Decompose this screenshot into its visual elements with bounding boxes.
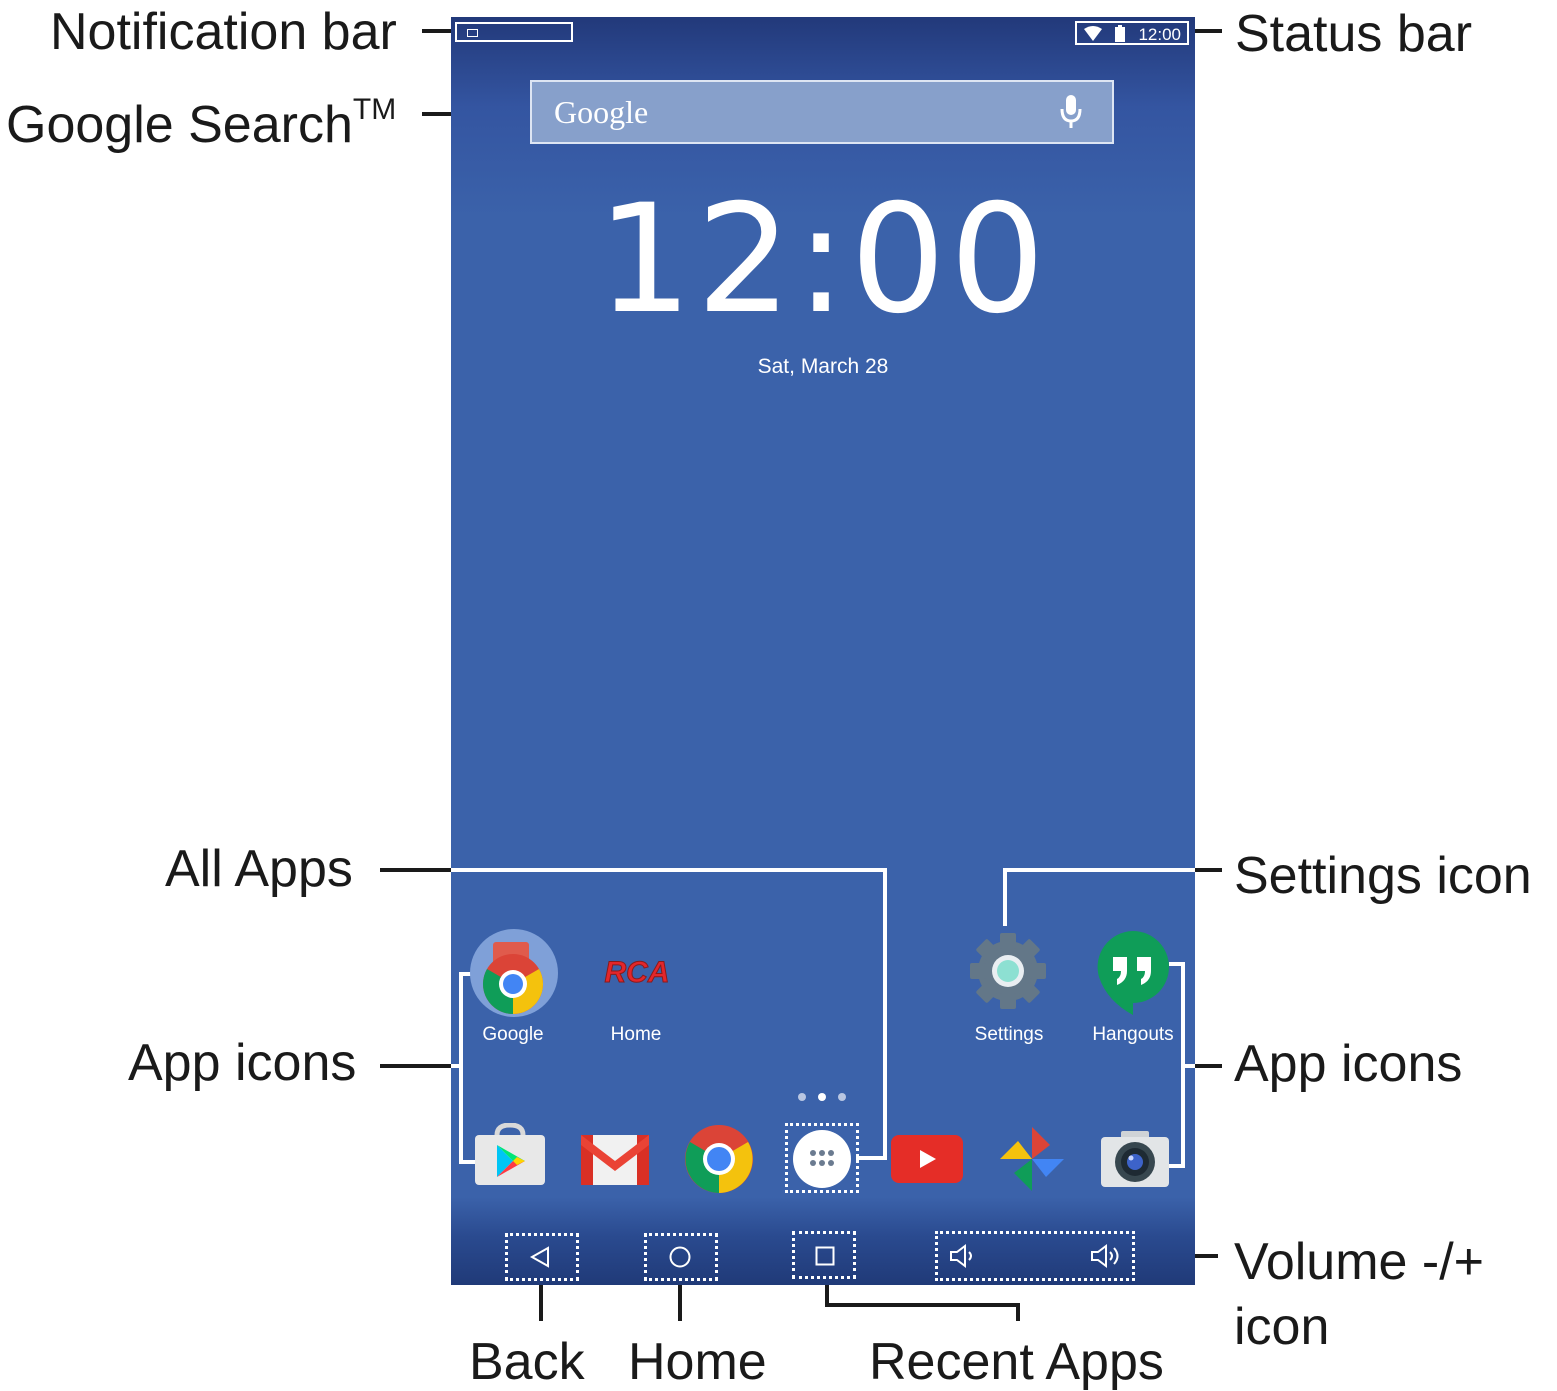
leader-google-search (422, 112, 452, 116)
callout-recent-apps: Recent Apps (869, 1333, 1164, 1391)
leader-recent-apps-h (825, 1303, 1020, 1307)
google-search-bar[interactable]: Google (530, 80, 1114, 144)
youtube-icon[interactable] (891, 1135, 963, 1188)
callout-app-icons-left: App icons (128, 1034, 357, 1092)
leader-notification-bar (422, 29, 452, 33)
callout-volume: Volume -/+ (1234, 1233, 1485, 1291)
recent-apps-icon[interactable] (814, 1245, 836, 1267)
microphone-icon[interactable] (1060, 94, 1082, 130)
app-icons-left-leader (451, 1064, 463, 1068)
app-label-hangouts: Hangouts (1092, 1024, 1174, 1045)
date-text: Sat, March 28 (757, 355, 889, 378)
app-icons-right-bracket-bottom (1169, 1164, 1185, 1168)
picture-notification-icon (467, 29, 478, 37)
home-screen: 12:00 Google 12:00 Sat, March 28 Google … (451, 17, 1195, 1285)
volume-up-icon[interactable] (1089, 1243, 1129, 1269)
app-icons-right-bracket-top (1169, 962, 1185, 966)
leader-back (539, 1285, 543, 1321)
callout-volume-line2: icon (1234, 1298, 1330, 1356)
app-label-settings: Settings (974, 1024, 1044, 1045)
settings-gear-icon[interactable] (966, 929, 1050, 1018)
page-indicator-dot (838, 1093, 846, 1101)
all-apps-leader-h (451, 868, 887, 872)
camera-icon[interactable] (1099, 1129, 1171, 1194)
google-folder-icon[interactable] (469, 928, 559, 1023)
rca-logo-text: RCA (605, 956, 670, 988)
all-apps-icon[interactable] (792, 1129, 852, 1194)
callout-home: Home (628, 1333, 767, 1391)
leader-status-bar (1194, 29, 1222, 33)
play-store-icon[interactable] (473, 1122, 547, 1192)
app-icons-right-leader (1181, 1064, 1195, 1068)
app-label-google: Google (482, 1024, 544, 1045)
back-icon[interactable] (528, 1245, 552, 1269)
app-icons-left-bracket-v (459, 972, 463, 1164)
callout-status-bar: Status bar (1235, 5, 1473, 63)
leader-app-icons-right (1194, 1064, 1222, 1068)
trademark-mark: TM (352, 93, 397, 126)
notification-bar[interactable] (455, 22, 573, 42)
settings-leader-v (1003, 868, 1007, 926)
photos-icon[interactable] (996, 1123, 1068, 1200)
callout-notification-bar: Notification bar (50, 3, 397, 61)
rca-home-icon[interactable]: RCA (597, 954, 677, 993)
status-time: 12:00 (1138, 25, 1181, 44)
settings-leader-h (1003, 868, 1195, 872)
hangouts-icon[interactable] (1095, 929, 1171, 1020)
leader-app-icons-left (380, 1064, 452, 1068)
page-indicator-dot (798, 1093, 806, 1101)
chrome-icon[interactable] (683, 1123, 755, 1200)
callout-settings-icon: Settings icon (1234, 847, 1532, 905)
app-label-home: Home (610, 1024, 662, 1045)
home-icon[interactable] (668, 1245, 692, 1269)
google-logo: Google (554, 94, 649, 130)
gmail-icon[interactable] (579, 1131, 651, 1192)
all-apps-leader-end (856, 1156, 887, 1160)
volume-down-icon[interactable] (948, 1243, 982, 1269)
callout-app-icons-right: App icons (1234, 1035, 1463, 1093)
callout-all-apps: All Apps (165, 840, 353, 898)
callout-google-search-text: Google Search (6, 96, 353, 154)
status-bar[interactable]: 12:00 (1075, 21, 1189, 45)
clock-widget[interactable]: 12:00 (451, 185, 1195, 335)
all-apps-leader-v (883, 868, 887, 1160)
battery-icon (1115, 25, 1125, 42)
wifi-icon (1084, 26, 1102, 41)
leader-home (678, 1285, 682, 1321)
leader-recent-apps-v2 (1016, 1303, 1020, 1321)
leader-settings-icon (1194, 868, 1222, 872)
callout-back: Back (469, 1333, 585, 1391)
page-indicator-dot-active (818, 1093, 826, 1101)
callout-google-search: Google SearchTM (6, 95, 396, 154)
leader-all-apps (380, 868, 452, 872)
